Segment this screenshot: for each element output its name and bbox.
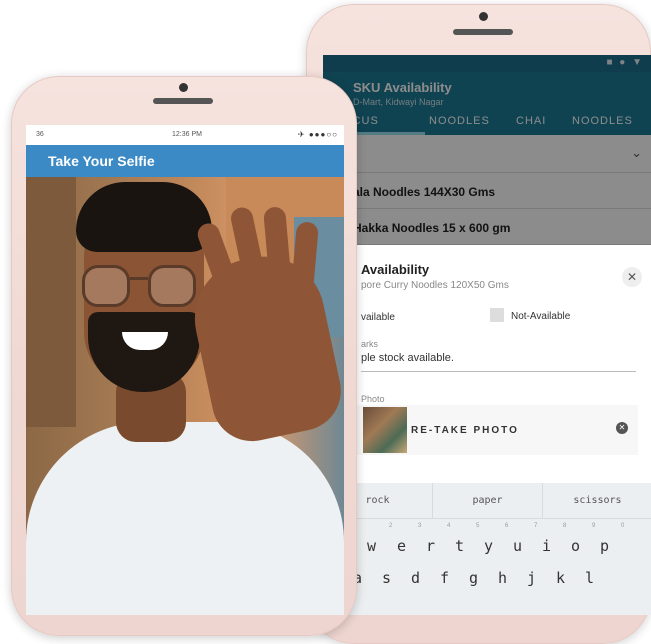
key[interactable]: k bbox=[556, 569, 565, 587]
sheet-subtitle: pore Curry Noodles 120X50 Gms bbox=[361, 280, 509, 291]
key-hint: 3 bbox=[418, 523, 422, 529]
key-hint: 6 bbox=[505, 523, 509, 529]
availability-sheet: Availability pore Curry Noodles 120X50 G… bbox=[323, 245, 651, 615]
key[interactable]: l bbox=[585, 569, 594, 587]
speaker-grille bbox=[453, 29, 513, 35]
key[interactable]: u bbox=[513, 537, 522, 555]
hair bbox=[76, 182, 212, 252]
key-hint: 8 bbox=[563, 523, 567, 529]
key[interactable]: j bbox=[527, 569, 536, 587]
camera-icon bbox=[479, 12, 488, 21]
key-hint: 4 bbox=[447, 523, 451, 529]
shirt bbox=[26, 422, 344, 615]
keyboard-suggestions: rock paper scissors bbox=[323, 483, 651, 519]
glasses-bridge bbox=[130, 277, 148, 280]
selfie-photo bbox=[26, 177, 344, 615]
keyboard-row-1: 2 3 4 5 6 7 8 9 0 w e r t y u i o p bbox=[323, 519, 651, 559]
status-left: 36 bbox=[36, 131, 44, 138]
camera-icon bbox=[179, 83, 188, 92]
status-time: 12:36 PM bbox=[172, 131, 202, 138]
close-icon[interactable]: ✕ bbox=[622, 267, 642, 287]
beard bbox=[88, 312, 200, 392]
key-hint: 5 bbox=[476, 523, 480, 529]
key-hint: 9 bbox=[592, 523, 596, 529]
photo-row: RE-TAKE PHOTO ✕ bbox=[353, 405, 638, 455]
remarks-field[interactable]: ple stock available. bbox=[361, 352, 636, 372]
key[interactable]: o bbox=[571, 537, 580, 555]
key[interactable]: p bbox=[600, 537, 609, 555]
glasses-lens-right bbox=[148, 265, 196, 307]
key[interactable]: w bbox=[367, 537, 376, 555]
signal-icon: ✈ ●●●○○ bbox=[297, 130, 338, 139]
not-available-label: Not-Available bbox=[511, 311, 571, 322]
shelf-photo-thumbnail[interactable] bbox=[363, 407, 407, 453]
key[interactable]: s bbox=[382, 569, 391, 587]
status-bar: 36 12:36 PM ✈ ●●●○○ bbox=[26, 125, 344, 145]
key[interactable]: h bbox=[498, 569, 507, 587]
background-building bbox=[26, 177, 76, 427]
remarks-label: arks bbox=[361, 339, 379, 349]
key[interactable]: r bbox=[426, 537, 435, 555]
key-hint: 0 bbox=[621, 523, 625, 529]
key[interactable]: e bbox=[397, 537, 406, 555]
available-option[interactable]: vailable bbox=[361, 312, 395, 323]
key[interactable]: y bbox=[484, 537, 493, 555]
selfie-screen: 36 12:36 PM ✈ ●●●○○ Take Your Selfie bbox=[26, 125, 344, 615]
sheet-title: Availability bbox=[361, 262, 430, 277]
remove-photo-icon[interactable]: ✕ bbox=[616, 422, 628, 434]
key-hint: 2 bbox=[389, 523, 393, 529]
keyboard-row-2: a s d f g h j k l bbox=[323, 559, 651, 599]
modal-backdrop[interactable] bbox=[323, 55, 651, 245]
not-available-checkbox[interactable] bbox=[490, 308, 504, 322]
key[interactable]: d bbox=[411, 569, 420, 587]
page-title: Take Your Selfie bbox=[26, 145, 344, 177]
suggestion-item[interactable]: scissors bbox=[543, 483, 651, 518]
key-hint: 7 bbox=[534, 523, 538, 529]
keyboard: rock paper scissors 2 3 4 5 6 7 8 9 0 w … bbox=[323, 483, 651, 615]
front-phone: 36 12:36 PM ✈ ●●●○○ Take Your Selfie bbox=[11, 76, 357, 636]
suggestion-item[interactable]: paper bbox=[433, 483, 543, 518]
photo-label: Photo bbox=[361, 394, 385, 404]
key[interactable]: i bbox=[542, 537, 551, 555]
key[interactable]: g bbox=[469, 569, 478, 587]
speaker-grille bbox=[153, 98, 213, 104]
key[interactable]: t bbox=[455, 537, 464, 555]
retake-photo-button[interactable]: RE-TAKE PHOTO bbox=[411, 425, 519, 436]
sku-availability-screen: ■ ● ▼ SKU Availability D-Mart, Kidwayi N… bbox=[323, 55, 651, 615]
glasses-lens-left bbox=[82, 265, 130, 307]
key[interactable]: f bbox=[440, 569, 449, 587]
back-phone: ■ ● ▼ SKU Availability D-Mart, Kidwayi N… bbox=[306, 4, 651, 644]
